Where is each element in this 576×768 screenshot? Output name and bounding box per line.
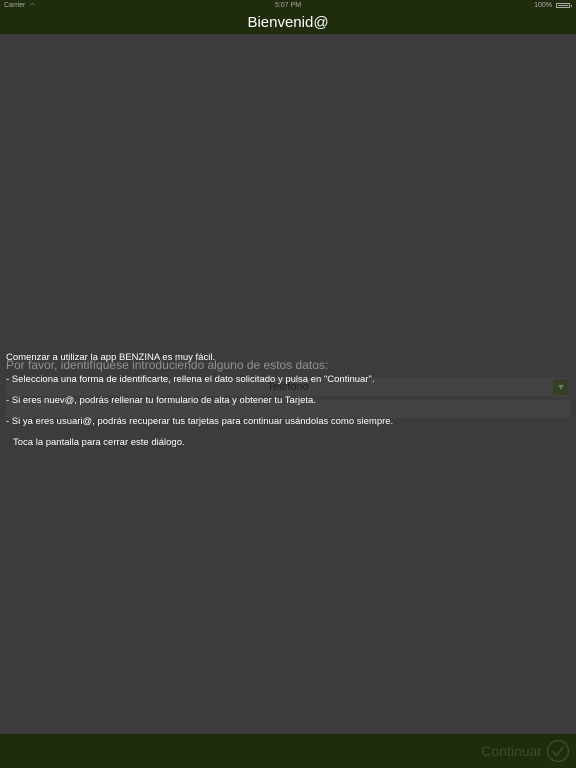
bottom-bar: Continuar [0, 734, 576, 768]
triangle-down-icon[interactable]: ▼ [553, 379, 569, 395]
help-line-new-user: - Si eres nuev@, podrás rellenar tu form… [6, 395, 316, 406]
help-line-select: - Selecciona una forma de identificarte,… [6, 374, 375, 385]
battery-icon [556, 3, 572, 8]
check-circle-icon [546, 739, 570, 763]
battery-fill [558, 5, 568, 6]
help-line-intro: Comenzar a utilizar la app BENZINA es mu… [6, 352, 216, 363]
status-time: 5:07 PM [274, 2, 302, 9]
continue-label: Continuar [481, 743, 542, 759]
status-bar: Carrier ◠ 5:07 PM 100% [0, 0, 576, 12]
navigation-bar: Bienvenid@ [0, 12, 576, 34]
help-line-existing-user: - Si ya eres usuari@, podrás recuperar t… [6, 416, 394, 427]
battery-percentage: 100% [534, 2, 552, 9]
continue-button[interactable]: Continuar [481, 739, 570, 763]
page-title: Bienvenid@ [247, 14, 329, 31]
help-line-close: Toca la pantalla para cerrar este diálog… [13, 437, 185, 448]
